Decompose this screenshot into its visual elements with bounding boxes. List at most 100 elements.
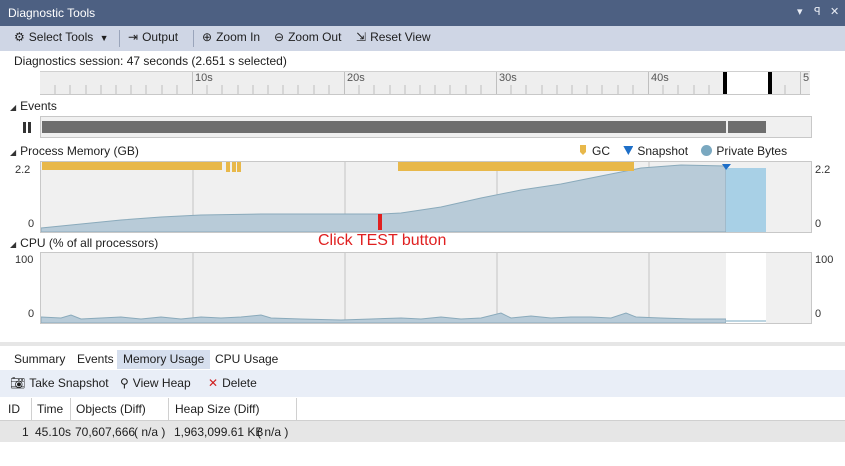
column-separator[interactable] — [168, 398, 169, 420]
delete-label: Delete — [222, 376, 257, 390]
click-test-marker — [378, 214, 382, 230]
selection-end-handle[interactable] — [768, 72, 772, 94]
timeline-ruler[interactable]: 10s 20s 30s 40s 5 — [40, 71, 810, 95]
events-track[interactable] — [40, 116, 812, 138]
memory-axis-top-right: 2.2 — [815, 164, 831, 176]
detail-tabs: Summary Events Memory Usage CPU Usage — [0, 348, 845, 369]
selection-start-handle[interactable] — [723, 72, 727, 94]
private-bytes-legend-label: Private Bytes — [716, 144, 788, 158]
zoom-out-button[interactable]: ⊖ Zoom Out — [274, 30, 341, 47]
cpu-axis-top-left: 100 — [15, 254, 34, 266]
collapse-icon: ◢ — [10, 148, 17, 157]
gc-markers — [42, 162, 634, 172]
ruler-selection[interactable] — [725, 72, 770, 94]
close-icon[interactable]: ✕ — [830, 5, 839, 18]
memory-axis-bottom-right: 0 — [815, 218, 822, 230]
memory-axis-top-left: 2.2 — [15, 164, 31, 176]
toolbar-separator — [193, 30, 194, 47]
memory-toolbar: 📷︎ Take Snapshot ⚲ View Heap ✕ Delete — [0, 370, 845, 397]
selection-area — [726, 168, 766, 232]
window-title: Diagnostic Tools — [8, 6, 96, 20]
snapshot-legend-label: Snapshot — [637, 144, 689, 158]
pane-splitter[interactable] — [0, 342, 845, 346]
pause-icon[interactable] — [23, 122, 31, 133]
memory-axis-bottom-left: 0 — [28, 218, 35, 230]
snapshot-table-header: ID Time Objects (Diff) Heap Size (Diff) — [0, 398, 845, 421]
cell-objects-diff[interactable]: ( n/a ) — [134, 425, 165, 439]
select-tools-button[interactable]: ⚙ Select Tools ▼ — [14, 30, 109, 47]
cpu-selection-area — [726, 253, 766, 323]
camera-icon: 📷︎ — [10, 376, 26, 390]
take-snapshot-button[interactable]: 📷︎ Take Snapshot — [10, 376, 109, 393]
gc-legend-icon — [580, 145, 586, 155]
click-test-annotation: Click TEST button — [318, 232, 447, 249]
cpu-section-title[interactable]: ◢ CPU (% of all processors) — [10, 236, 158, 250]
output-label: Output — [142, 30, 179, 44]
cell-id: 1 — [22, 425, 29, 439]
reset-view-label: Reset View — [370, 30, 431, 44]
memory-chart[interactable] — [40, 161, 812, 233]
cell-heap-size[interactable]: 1,963,099.61 KB — [174, 425, 263, 439]
memory-title: Process Memory (GB) — [20, 144, 139, 158]
cpu-title: CPU (% of all processors) — [20, 236, 159, 250]
title-bar: Diagnostic Tools ▾ ꟼ ✕ — [0, 0, 845, 26]
zoom-out-label: Zoom Out — [288, 30, 342, 44]
cpu-usage-area — [41, 312, 727, 323]
zoom-out-icon: ⊖ — [274, 30, 285, 44]
select-tools-label: Select Tools — [28, 30, 94, 44]
dropdown-icon[interactable]: ▾ — [797, 5, 803, 18]
ruler-label: 10s — [195, 72, 213, 84]
zoom-in-button[interactable]: ⊕ Zoom In — [202, 30, 260, 47]
zoom-in-label: Zoom In — [216, 30, 261, 44]
pin-icon[interactable]: ꟼ — [814, 5, 821, 18]
events-bar-selected — [728, 121, 766, 133]
reset-view-button[interactable]: ⇲ Reset View — [356, 30, 431, 47]
ruler-minor-ticks — [54, 85, 786, 94]
gc-legend-label: GC — [592, 144, 610, 158]
table-row[interactable]: 1 45.10s 70,607,666 ( n/a ) 1,963,099.61… — [0, 421, 845, 442]
tab-summary[interactable]: Summary — [8, 350, 71, 369]
cpu-axis-bottom-right: 0 — [815, 308, 822, 320]
cell-heap-diff[interactable]: ( n/a ) — [257, 425, 288, 439]
gear-icon: ⚙ — [14, 30, 25, 44]
private-bytes-legend-icon — [701, 145, 713, 156]
column-header-time[interactable]: Time — [37, 402, 63, 416]
view-heap-button[interactable]: ⚲ View Heap — [120, 376, 191, 393]
memory-section-title[interactable]: ◢ Process Memory (GB) — [10, 144, 139, 158]
ruler-label: 30s — [499, 72, 517, 84]
column-header-id[interactable]: ID — [8, 402, 20, 416]
column-header-objects[interactable]: Objects (Diff) — [76, 402, 146, 416]
cpu-chart-svg — [41, 253, 766, 323]
take-snapshot-label: Take Snapshot — [29, 376, 109, 390]
toolbar-separator — [119, 30, 120, 47]
output-button[interactable]: ⇥ Output — [128, 30, 178, 47]
memory-legend: GC Snapshot Private Bytes — [580, 144, 787, 158]
search-icon: ⚲ — [120, 376, 129, 390]
tab-events[interactable]: Events — [71, 350, 120, 369]
delete-icon: ✕ — [208, 376, 219, 390]
ruler-label: 40s — [651, 72, 669, 84]
ruler-label: 20s — [347, 72, 365, 84]
column-separator[interactable] — [296, 398, 297, 420]
private-bytes-area — [41, 164, 727, 232]
column-header-heap-size[interactable]: Heap Size (Diff) — [175, 402, 259, 416]
events-bar — [42, 121, 726, 133]
cpu-chart[interactable] — [40, 252, 812, 324]
collapse-icon: ◢ — [10, 240, 17, 249]
reset-view-icon: ⇲ — [356, 30, 367, 44]
snapshot-legend-icon — [623, 146, 634, 155]
zoom-in-icon: ⊕ — [202, 30, 213, 44]
ruler-label: 5 — [803, 72, 810, 84]
delete-button[interactable]: ✕ Delete — [208, 376, 257, 393]
column-separator[interactable] — [31, 398, 32, 420]
memory-chart-svg — [41, 162, 766, 232]
cpu-axis-bottom-left: 0 — [28, 308, 35, 320]
output-icon: ⇥ — [128, 30, 139, 44]
events-section-title[interactable]: ◢ Events — [10, 99, 57, 113]
tab-memory-usage[interactable]: Memory Usage — [117, 350, 211, 369]
column-separator[interactable] — [70, 398, 71, 420]
collapse-icon: ◢ — [10, 103, 17, 112]
session-info: Diagnostics session: 47 seconds (2.651 s… — [14, 54, 287, 68]
tab-cpu-usage[interactable]: CPU Usage — [209, 350, 284, 369]
cell-objects[interactable]: 70,607,666 — [75, 425, 135, 439]
